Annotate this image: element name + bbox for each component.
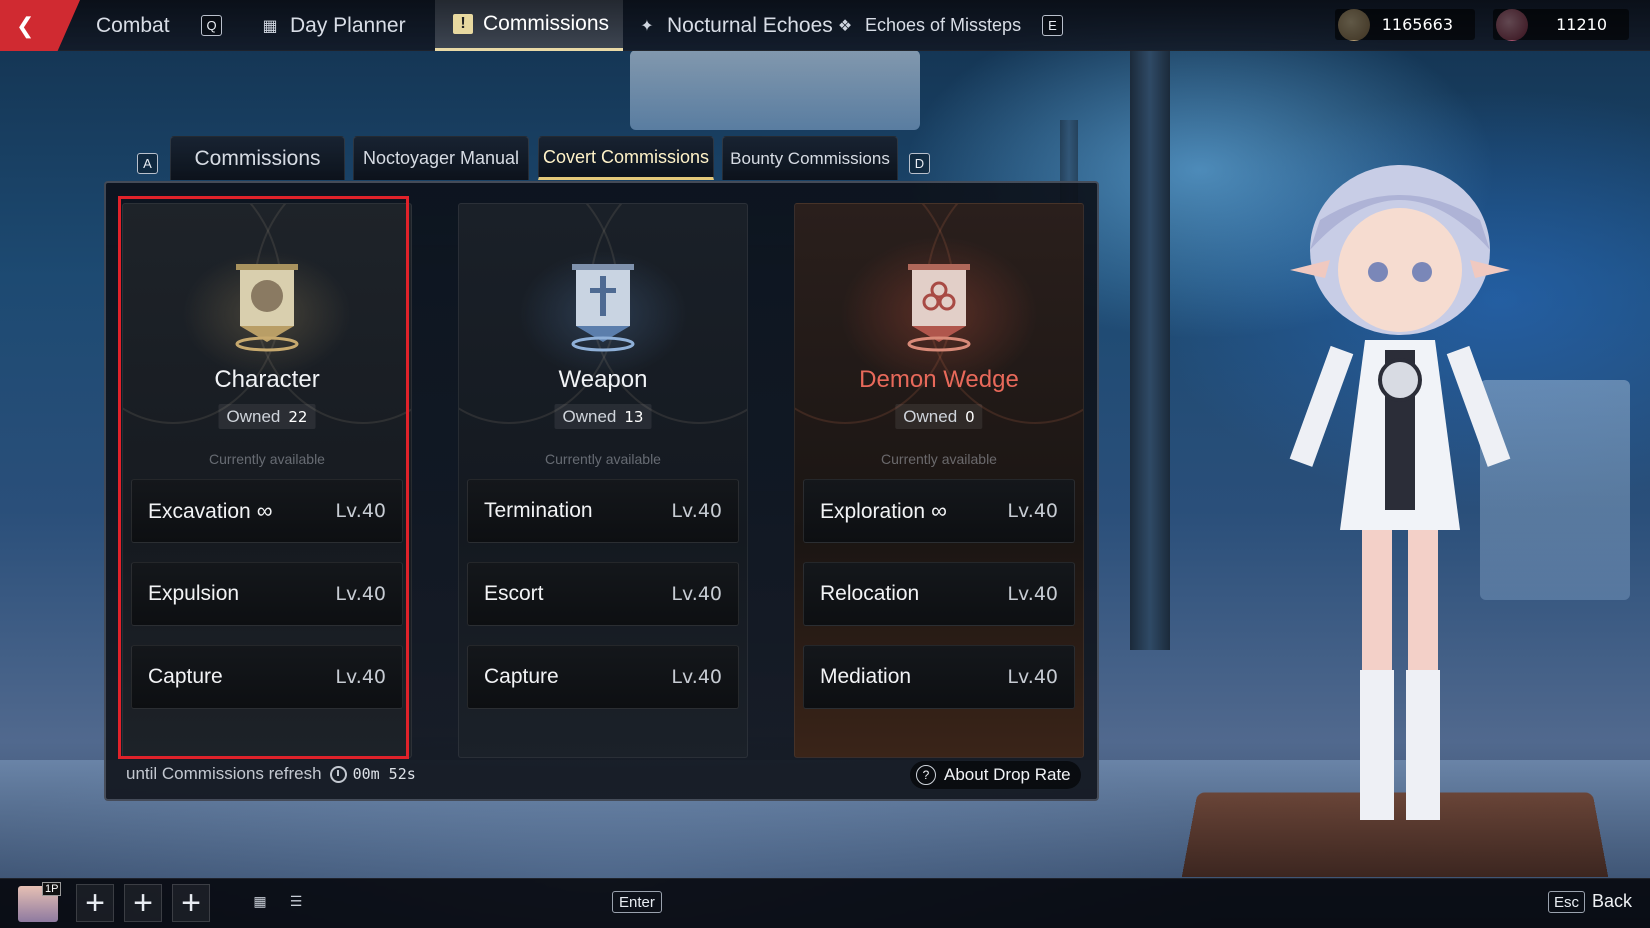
availability-status: Currently available (881, 451, 997, 467)
tab-covert-commissions[interactable]: Covert Commissions (538, 136, 714, 180)
chat-bubble-icon[interactable]: ▦ (250, 893, 270, 909)
tab-noctoyager-manual[interactable]: Noctoyager Manual (353, 136, 529, 180)
commission-card-character[interactable]: Character Owned 22 Currently available E… (122, 203, 412, 758)
owned-count: Owned 22 (218, 404, 316, 429)
mission-level: Lv.40 (1007, 500, 1058, 522)
mission-level: Lv.40 (1007, 666, 1058, 688)
message-list-icon[interactable]: ☰ (286, 893, 306, 909)
nav-nocturnal-echoes[interactable]: ✦ Nocturnal Echoes (637, 0, 832, 51)
mission-escort[interactable]: Escort Lv.40 (467, 562, 739, 626)
nav-echoes-of-missteps[interactable]: ❖ Echoes of Missteps (835, 0, 1021, 51)
character-model (1289, 165, 1511, 820)
mission-level: Lv.40 (671, 666, 722, 688)
key-hint-a: A (137, 153, 158, 174)
mission-exploration[interactable]: Exploration ∞ Lv.40 (803, 479, 1075, 543)
mission-expulsion[interactable]: Expulsion Lv.40 (131, 562, 403, 626)
availability-status: Currently available (545, 451, 661, 467)
availability-status: Currently available (209, 451, 325, 467)
owned-count: Owned 0 (895, 404, 983, 429)
mission-level: Lv.40 (335, 583, 386, 605)
refresh-countdown: until Commissions refresh 00m 52s (126, 764, 416, 783)
refresh-timer: 00m 52s (352, 765, 416, 783)
compass-icon: ✦ (640, 17, 654, 35)
add-party-slot-button[interactable]: + (172, 884, 210, 922)
currency-crystals: 11210 (1493, 9, 1629, 40)
commissions-panel: Character Owned 22 Currently available E… (104, 181, 1099, 801)
enter-key-hint[interactable]: Enter (612, 891, 662, 913)
planner-icon: ▦ (262, 17, 278, 35)
mission-level: Lv.40 (335, 500, 386, 522)
add-party-slot-button[interactable]: + (76, 884, 114, 922)
mission-capture[interactable]: Capture Lv.40 (131, 645, 403, 709)
mission-level: Lv.40 (671, 500, 722, 522)
commission-card-demon-wedge[interactable]: Demon Wedge Owned 0 Currently available … (794, 203, 1084, 758)
demon-wedge-banner-icon (907, 264, 971, 352)
mission-termination[interactable]: Termination Lv.40 (467, 479, 739, 543)
about-drop-rate-button[interactable]: ? About Drop Rate (910, 761, 1081, 789)
nav-commissions[interactable]: ! Commissions (435, 0, 624, 51)
infinite-icon: ∞ (931, 498, 947, 523)
nav-day-planner[interactable]: ▦ Day Planner (260, 0, 405, 51)
card-title: Weapon (558, 366, 648, 393)
key-hint-d: D (909, 153, 930, 174)
snow-rock (630, 50, 920, 130)
help-icon: ? (916, 765, 936, 785)
mission-capture[interactable]: Capture Lv.40 (467, 645, 739, 709)
game-logo-icon[interactable]: ❮ (0, 0, 80, 51)
bottom-bar (0, 878, 1650, 928)
mission-relocation[interactable]: Relocation Lv.40 (803, 562, 1075, 626)
mission-level: Lv.40 (335, 666, 386, 688)
mission-excavation[interactable]: Excavation ∞ Lv.40 (131, 479, 403, 543)
key-hint-e: E (1042, 15, 1063, 36)
character-banner-icon (235, 264, 299, 352)
tab-commissions[interactable]: Commissions (170, 136, 345, 180)
back-button[interactable]: Back (1592, 891, 1632, 912)
card-title: Demon Wedge (859, 366, 1019, 393)
mission-level: Lv.40 (1007, 583, 1058, 605)
weapon-banner-icon (571, 264, 635, 352)
infinite-icon: ∞ (256, 498, 273, 523)
add-party-slot-button[interactable]: + (124, 884, 162, 922)
mission-level: Lv.40 (671, 583, 722, 605)
clock-icon (329, 765, 347, 783)
card-title: Character (214, 366, 320, 393)
mission-mediation[interactable]: Mediation Lv.40 (803, 645, 1075, 709)
diamond-icon: ❖ (837, 17, 853, 35)
player-tag: 1P (42, 882, 62, 896)
currency-coins: 1165663 (1335, 9, 1475, 40)
top-nav-bar: ❮ Combat Q ▦ Day Planner ! Commissions ✦… (0, 0, 1650, 51)
tab-bounty-commissions[interactable]: Bounty Commissions (722, 136, 898, 180)
nav-combat[interactable]: Combat (96, 0, 170, 51)
commission-card-weapon[interactable]: Weapon Owned 13 Currently available Term… (458, 203, 748, 758)
esc-key-hint[interactable]: Esc (1548, 891, 1586, 913)
tree-trunk (1130, 50, 1170, 650)
owned-count: Owned 13 (554, 404, 652, 429)
key-hint-q: Q (201, 15, 222, 36)
exclamation-icon: ! (453, 14, 473, 34)
